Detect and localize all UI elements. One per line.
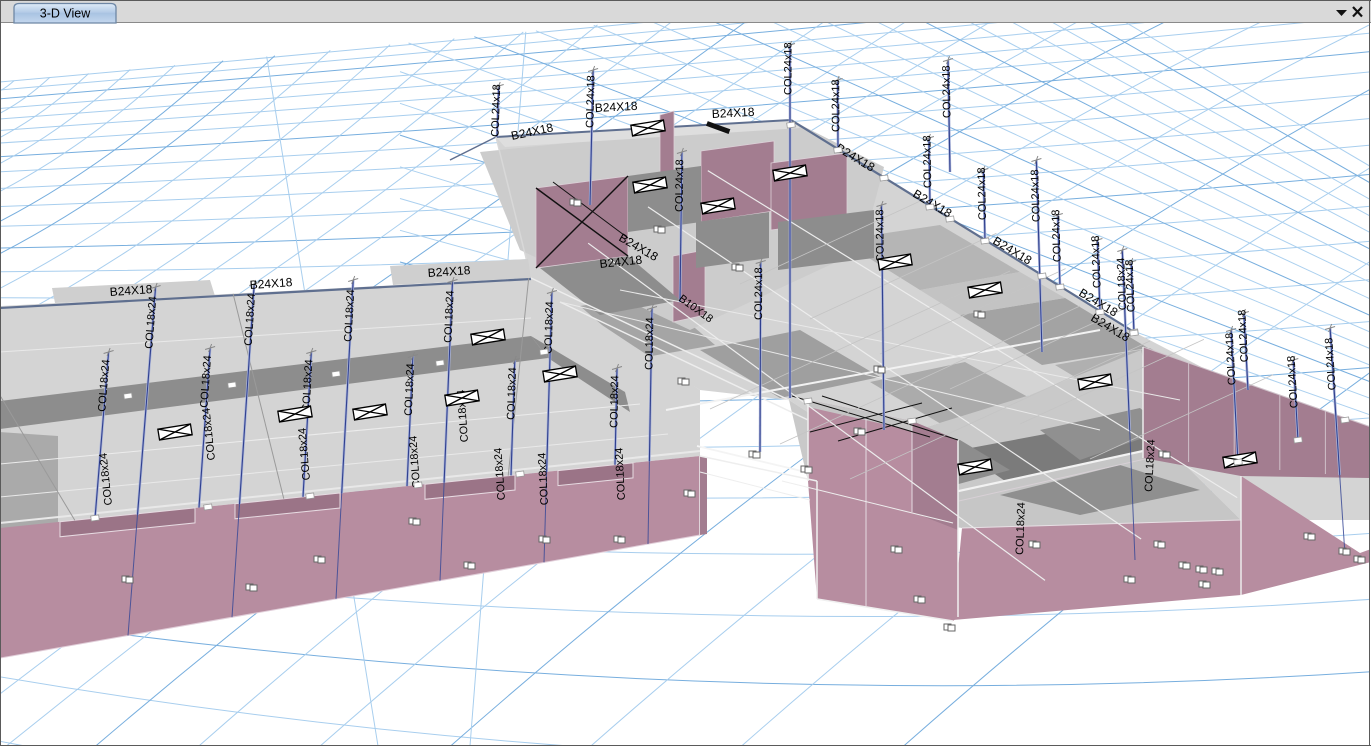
svg-text:3-D View: 3-D View [40, 7, 91, 21]
svg-text:COL24x18: COL24x18 [1029, 169, 1043, 222]
svg-text:COL24x18: COL24x18 [874, 209, 887, 262]
svg-text:COL18x24: COL18x24 [403, 363, 417, 416]
svg-text:COL24x18: COL24x18 [830, 79, 842, 132]
svg-text:COL18x24: COL18x24 [1014, 502, 1028, 555]
svg-text:COL24x18: COL24x18 [1124, 259, 1138, 312]
svg-text:COL24x18: COL24x18 [674, 159, 687, 212]
svg-text:COL24x18: COL24x18 [753, 267, 765, 320]
svg-text:COL18x24: COL18x24 [608, 375, 621, 428]
svg-text:COL24x18: COL24x18 [783, 42, 795, 95]
svg-text:B24X18: B24X18 [249, 275, 293, 292]
svg-text:B24X18: B24X18 [594, 99, 638, 115]
svg-text:COL18x24: COL18x24 [543, 301, 557, 354]
svg-text:COL24x18: COL24x18 [1050, 209, 1064, 262]
svg-text:COL24x18: COL24x18 [490, 84, 504, 137]
svg-text:B24X18: B24X18 [711, 105, 755, 121]
svg-text:B24X18: B24X18 [109, 282, 153, 299]
svg-text:COL18x24: COL18x24 [442, 290, 456, 343]
svg-text:COL24x18: COL24x18 [921, 135, 934, 188]
svg-text:B24X18: B24X18 [427, 263, 471, 280]
svg-text:COL18x24: COL18x24 [505, 367, 519, 420]
svg-text:COL24x18: COL24x18 [1090, 235, 1104, 288]
svg-text:COL18x24: COL18x24 [643, 317, 656, 370]
svg-text:COL24x18: COL24x18 [976, 167, 989, 220]
svg-text:COL24x18: COL24x18 [941, 65, 954, 118]
